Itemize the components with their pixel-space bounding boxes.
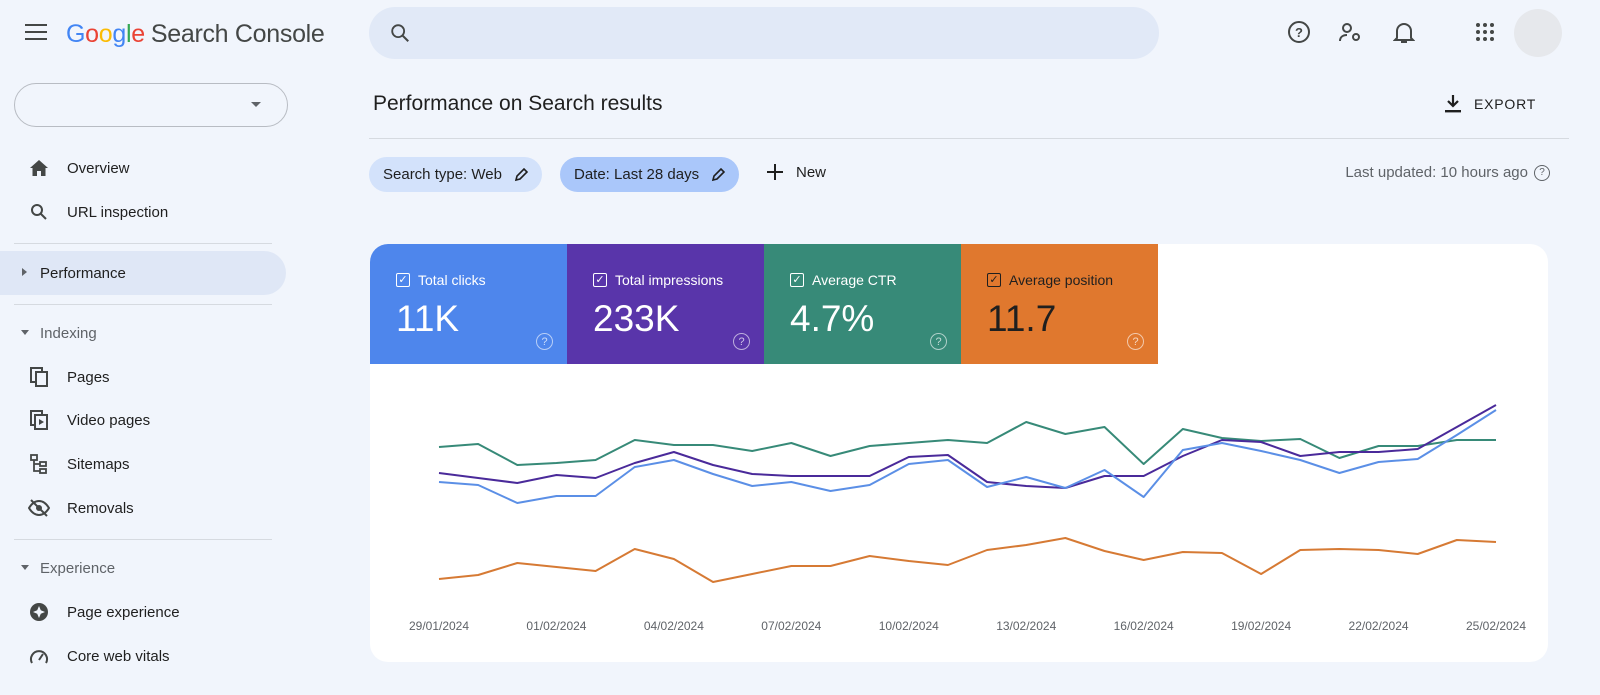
x-tick-label: 04/02/2024	[644, 619, 704, 633]
sidebar-item-label: Core web vitals	[67, 647, 170, 665]
last-updated: Last updated: 10 hours ago ?	[1345, 164, 1550, 181]
series-line-average-ctr	[438, 421, 1496, 466]
filter-chip-date[interactable]: Date: Last 28 days	[560, 157, 740, 192]
sidebar-section-label: Indexing	[40, 324, 97, 342]
edit-pencil-icon	[711, 167, 726, 181]
sitemaps-icon	[28, 453, 50, 475]
sidebar-item-removals[interactable]: Removals	[0, 486, 286, 530]
sidebar-item-core-web-vitals[interactable]: Core web vitals	[0, 634, 286, 678]
home-icon	[28, 157, 50, 179]
main-menu-icon[interactable]	[24, 22, 48, 42]
x-tick-label: 19/02/2024	[1231, 619, 1291, 633]
sidebar-item-label: Video pages	[67, 411, 151, 429]
sidebar-item-video-pages[interactable]: Video pages	[0, 398, 286, 442]
divider	[14, 243, 272, 244]
sidebar-item-url-inspection[interactable]: URL inspection	[0, 190, 286, 234]
x-tick-label: 22/02/2024	[1349, 619, 1409, 633]
filter-label: Date: Last 28 days	[574, 166, 700, 183]
gauge-icon	[28, 645, 50, 667]
series-line-average-position	[438, 537, 1497, 583]
sidebar-item-label: Sitemaps	[67, 455, 130, 473]
export-label: EXPORT	[1474, 96, 1537, 112]
page-title: Performance on Search results	[373, 92, 663, 115]
page-experience-icon	[28, 601, 50, 623]
divider	[369, 138, 1569, 139]
help-icon[interactable]: ?	[1285, 18, 1313, 46]
sidebar-section-indexing[interactable]: Indexing	[0, 311, 286, 355]
pages-icon	[28, 366, 50, 388]
x-tick-label: 29/01/2024	[409, 619, 469, 633]
help-icon[interactable]: ?	[1534, 164, 1550, 181]
new-label: New	[796, 163, 827, 181]
svg-text:?: ?	[1295, 25, 1303, 40]
sidebar-item-label: Page experience	[67, 603, 180, 621]
filter-chip-search-type[interactable]: Search type: Web	[369, 157, 542, 192]
plus-icon	[767, 164, 783, 180]
notifications-icon[interactable]	[1390, 18, 1418, 46]
series-line-total-impressions	[438, 404, 1497, 489]
sidebar-item-page-experience[interactable]: Page experience	[0, 590, 286, 634]
sidebar-item-label: Performance	[40, 264, 126, 282]
sidebar-item-label: Pages	[67, 368, 110, 386]
x-tick-label: 16/02/2024	[1114, 619, 1174, 633]
last-updated-text: Last updated: 10 hours ago	[1345, 164, 1528, 181]
removals-icon	[28, 497, 50, 519]
manage-users-icon[interactable]	[1337, 18, 1365, 46]
x-tick-label: 01/02/2024	[526, 619, 586, 633]
edit-pencil-icon	[514, 167, 528, 181]
caret-down-icon	[21, 330, 29, 335]
property-selector[interactable]	[14, 83, 288, 127]
sidebar-section-experience[interactable]: Experience	[0, 546, 286, 590]
apps-grid-icon[interactable]	[1471, 18, 1499, 46]
sidebar-item-overview[interactable]: Overview	[0, 146, 286, 190]
x-tick-label: 07/02/2024	[761, 619, 821, 633]
sidebar-item-performance[interactable]: Performance	[0, 251, 286, 295]
search-icon	[391, 24, 409, 42]
divider	[14, 539, 272, 540]
filter-label: Search type: Web	[383, 166, 502, 183]
search-console-logo[interactable]: Google Search Console	[66, 20, 325, 49]
chevron-down-icon	[251, 102, 261, 107]
caret-down-icon	[21, 565, 29, 570]
sidebar-item-label: Overview	[67, 159, 130, 177]
new-filter-button[interactable]: New	[766, 163, 826, 181]
search-input[interactable]	[369, 7, 1159, 59]
download-icon	[1445, 95, 1461, 113]
divider	[14, 304, 272, 305]
sidebar-item-sitemaps[interactable]: Sitemaps	[0, 442, 286, 486]
x-tick-label: 13/02/2024	[996, 619, 1056, 633]
x-tick-label: 10/02/2024	[879, 619, 939, 633]
product-name: Search Console	[150, 20, 325, 48]
search-icon	[28, 201, 50, 223]
video-pages-icon	[28, 409, 50, 431]
avatar[interactable]	[1514, 9, 1562, 57]
sidebar-item-label: URL inspection	[67, 203, 169, 221]
sidebar-section-label: Experience	[40, 559, 116, 577]
performance-chart: 29/01/2024 01/02/2024 04/02/2024 07/02/2024…	[409, 404, 1526, 633]
x-tick-label: 25/02/2024	[1466, 619, 1526, 633]
sidebar-item-label: Removals	[67, 499, 134, 517]
export-button[interactable]: EXPORT	[1444, 90, 1536, 118]
google-wordmark: Google	[66, 20, 145, 48]
sidebar-item-pages[interactable]: Pages	[0, 355, 286, 399]
caret-right-icon	[22, 268, 27, 276]
